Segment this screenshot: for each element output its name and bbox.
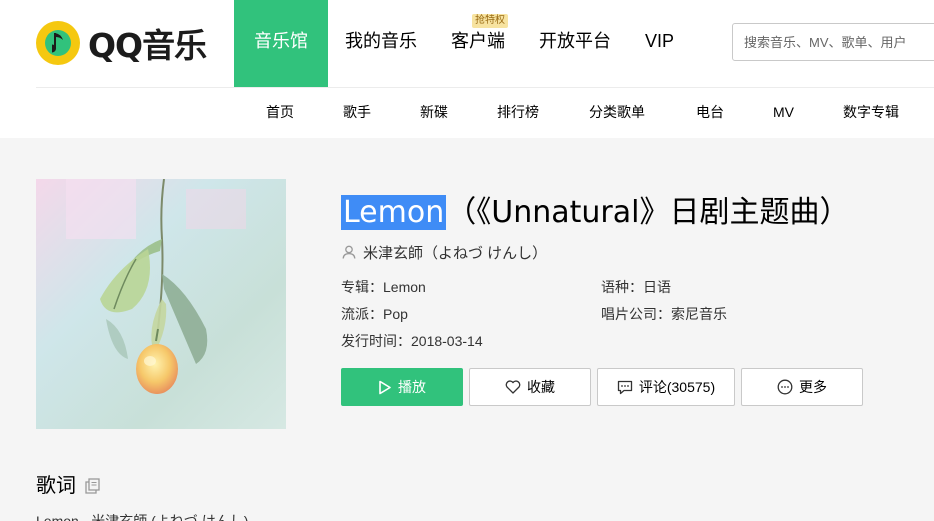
more-button[interactable]: 更多 xyxy=(741,368,863,406)
subnav-singers[interactable]: 歌手 xyxy=(343,88,371,136)
nav-client-label: 客户端 xyxy=(451,31,505,51)
subnav-playlists[interactable]: 分类歌单 xyxy=(589,88,645,136)
singer-row: 米津玄師（よねづ けんし） xyxy=(341,241,547,263)
nav-music-hall[interactable]: 音乐馆 xyxy=(234,0,328,87)
play-icon xyxy=(379,380,391,394)
subnav-mv[interactable]: MV xyxy=(773,88,794,136)
language-info: 语种：日语 xyxy=(601,277,671,297)
nav-open-platform-label: 开放平台 xyxy=(539,31,611,51)
album-cover[interactable] xyxy=(36,179,286,429)
subnav-charts[interactable]: 排行榜 xyxy=(497,88,539,136)
release-label: 发行时间： xyxy=(341,333,411,349)
nav-my-music[interactable]: 我的音乐 xyxy=(328,0,434,87)
play-button-label: 播放 xyxy=(398,379,426,395)
album-label: 专辑： xyxy=(341,279,383,295)
singer-name-link[interactable]: 米津玄師（よねづ けんし） xyxy=(363,242,547,263)
nav-client[interactable]: 抢特权 客户端 xyxy=(434,0,522,87)
company-value: 索尼音乐 xyxy=(671,306,727,322)
genre-value: Pop xyxy=(383,306,408,322)
sub-navigation: 首页 歌手 新碟 排行榜 分类歌单 电台 MV 数字专辑 xyxy=(0,88,934,138)
comment-button[interactable]: 评论(30575) xyxy=(597,368,735,406)
favorite-button[interactable]: 收藏 xyxy=(469,368,591,406)
copy-icon[interactable] xyxy=(85,478,100,494)
subnav-new-albums[interactable]: 新碟 xyxy=(420,88,448,136)
nav-vip-label: VIP xyxy=(645,31,675,51)
release-date: 2018-03-14 xyxy=(411,333,483,349)
subnav-home[interactable]: 首页 xyxy=(266,88,294,136)
nav-music-hall-label: 音乐馆 xyxy=(254,31,308,51)
play-button[interactable]: 播放 xyxy=(341,368,463,406)
album-link[interactable]: Lemon xyxy=(383,279,426,295)
company-label: 唱片公司： xyxy=(601,306,671,322)
heart-icon xyxy=(505,380,521,394)
genre-label: 流派： xyxy=(341,306,383,322)
more-icon xyxy=(777,379,793,395)
song-title-highlight: Lemon xyxy=(341,195,447,230)
user-icon xyxy=(342,245,356,259)
comment-button-label: 评论(30575) xyxy=(638,379,716,395)
more-button-label: 更多 xyxy=(799,379,827,395)
lyrics-heading-text: 歌词 xyxy=(36,475,76,497)
song-title: Lemon（《Unnatural》日剧主题曲） xyxy=(341,191,849,235)
nav-open-platform[interactable]: 开放平台 xyxy=(522,0,628,87)
nav-vip[interactable]: VIP xyxy=(628,0,691,87)
lyrics-heading: 歌词 xyxy=(36,473,100,499)
top-navigation-bar: QQ音乐 音乐馆 我的音乐 抢特权 客户端 开放平台 VIP xyxy=(0,0,934,87)
main-nav: 音乐馆 我的音乐 抢特权 客户端 开放平台 VIP xyxy=(234,0,691,87)
release-info: 发行时间：2018-03-14 xyxy=(341,331,483,351)
nav-my-music-label: 我的音乐 xyxy=(345,31,417,51)
genre-info: 流派：Pop xyxy=(341,304,408,324)
privilege-badge: 抢特权 xyxy=(472,14,508,28)
qq-music-note-icon xyxy=(36,21,80,65)
favorite-button-label: 收藏 xyxy=(527,379,555,395)
language-label: 语种： xyxy=(601,279,643,295)
qq-music-logo[interactable]: QQ音乐 xyxy=(36,19,207,67)
search-box xyxy=(732,23,934,61)
album-info: 专辑：Lemon xyxy=(341,277,426,297)
lyrics-first-line: Lemon - 米津玄師 (よねづ けんし) xyxy=(36,513,249,521)
logo-text: QQ音乐 xyxy=(88,26,207,65)
song-title-subtitle: （《Unnatural》日剧主题曲） xyxy=(446,195,850,230)
comment-icon xyxy=(617,380,633,394)
song-detail: Lemon（《Unnatural》日剧主题曲） 米津玄師（よねづ けんし） 专辑… xyxy=(0,138,934,521)
album-cover-art xyxy=(36,179,286,429)
search-input[interactable] xyxy=(733,24,934,60)
company-info: 唱片公司：索尼音乐 xyxy=(601,304,727,324)
subnav-radio[interactable]: 电台 xyxy=(696,88,724,136)
language-value: 日语 xyxy=(643,279,671,295)
subnav-digital-albums[interactable]: 数字专辑 xyxy=(843,88,899,136)
